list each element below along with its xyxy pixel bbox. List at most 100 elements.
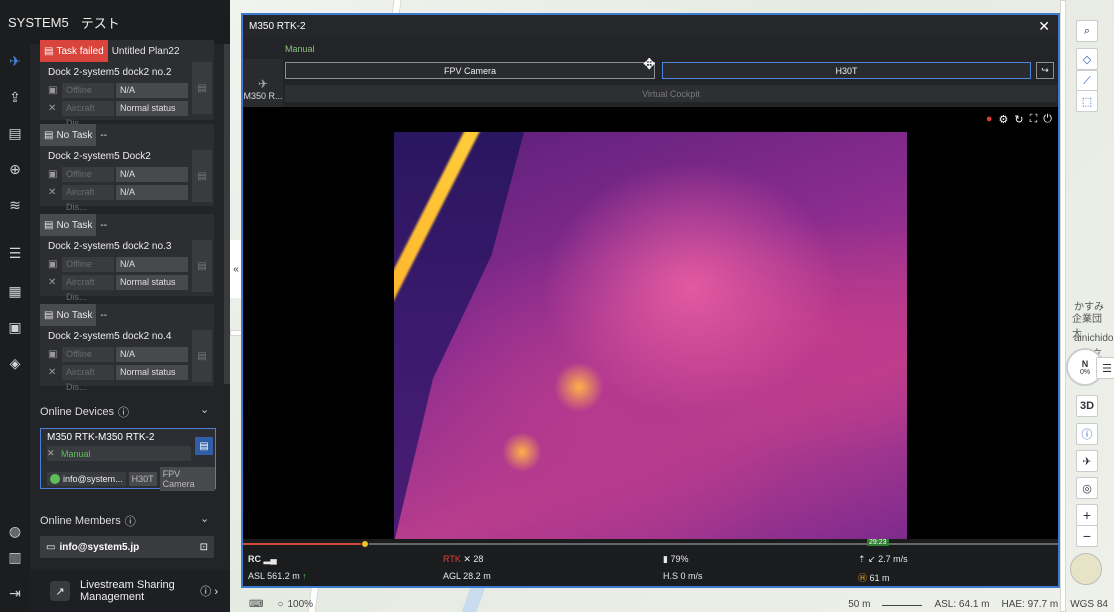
dock-name: Dock 2-system5 Dock2 (48, 151, 151, 162)
cube-icon[interactable]: ◈ (6, 354, 24, 372)
pin-tool-icon[interactable]: ◇ (1076, 48, 1098, 70)
live-view-icon[interactable]: ▤ (195, 437, 213, 455)
settings-icon[interactable]: ⚙ (999, 113, 1009, 126)
dock-state: Offline (62, 257, 114, 272)
upload-icon[interactable]: ⇪ (6, 88, 24, 106)
close-icon[interactable]: ✕ (1038, 18, 1050, 35)
task-plan-name: -- (100, 309, 108, 321)
task-plan-name: -- (100, 219, 108, 231)
list-icon[interactable]: ☰ (6, 244, 24, 262)
power-icon[interactable]: ⏻ (1043, 113, 1052, 126)
search-icon[interactable]: ⌕ (1076, 20, 1098, 42)
device-card[interactable]: M350 RTK-M350 RTK-2 ✕ Manual info@system… (40, 428, 216, 491)
zoom-in-button[interactable]: + (1076, 504, 1098, 526)
task-status-badge: ▤ No Task (40, 214, 97, 236)
crs-readout: WGS 84 (1070, 599, 1108, 610)
calendar-icon[interactable]: ▦ (6, 282, 24, 300)
layers-icon[interactable]: ▤ (6, 124, 24, 142)
timeline-time: 29:23 (867, 539, 889, 546)
focus-icon[interactable]: ⊡ (200, 542, 208, 553)
online-devices-header[interactable]: Online Devices ⓘ (40, 404, 129, 420)
telemetry-bar: RC ▂▄ RTK ✕ 28 ▮ 79% ⇡ ↙ 2.7 m/s ASL 561… (243, 549, 1058, 586)
virtual-cockpit-button[interactable]: Virtual Cockpit (285, 85, 1057, 102)
task-card[interactable]: ▤ No Task -- Dock 2-system5 dock2 no.4 ▣… (40, 304, 214, 392)
info-icon[interactable]: ⓘ (1076, 423, 1098, 445)
vertical-speed: ⇡ ↙ 2.7 m/s (858, 554, 908, 564)
thermal-cold-area (394, 132, 524, 543)
dock-name: Dock 2-system5 dock2 no.3 (48, 241, 172, 252)
member-row[interactable]: ▭ info@system5.jp ⊡ (40, 536, 214, 558)
camera-h30t-button[interactable]: H30T (662, 62, 1031, 79)
rc-signal: RC ▂▄ (248, 554, 277, 564)
section-title: Online Devices (40, 406, 114, 418)
task-plan-name: Untitled Plan22 (111, 45, 180, 57)
record-icon[interactable]: ● (986, 113, 993, 126)
online-members-header[interactable]: Online Members ⓘ (40, 513, 136, 529)
scale-label: 50 m (848, 599, 871, 610)
window-titlebar[interactable]: M350 RTK-2 ✕ (243, 15, 1058, 37)
video-feed[interactable]: ● ⚙ ↻ ⛶ ⏻ (243, 107, 1058, 543)
live-view-icon[interactable]: ▤ (192, 240, 212, 292)
camera-fpv-button[interactable]: FPV Camera (285, 62, 655, 79)
status-bar: ⌨ ○ 100% 50 m ASL: 64.1 m HAE: 97.7 m WG… (241, 597, 1114, 612)
thermal-hotspot (554, 362, 604, 412)
dock-icon: ▣ (48, 259, 58, 270)
share-icon[interactable]: ↪ (1036, 62, 1054, 79)
document-icon[interactable]: ▥ (6, 548, 24, 566)
drone-icon[interactable]: ✈ (6, 52, 24, 70)
window-title: M350 RTK-2 (249, 20, 306, 32)
globe-icon[interactable]: ◍ (6, 522, 24, 540)
dock-icon: ▣ (48, 169, 58, 180)
panel-scrollbar[interactable] (224, 44, 230, 384)
info-icon[interactable]: ⓘ (118, 404, 129, 420)
keyboard-icon[interactable]: ⌨ (249, 599, 263, 610)
locate-icon[interactable]: ◎ (1076, 477, 1098, 499)
line-tool-icon[interactable]: ⟋ (1076, 70, 1098, 92)
asl-value: ASL 561.2 m ↑ (248, 571, 307, 581)
aircraft-icon[interactable]: ✈ (1076, 450, 1098, 472)
dock-state: Offline (62, 167, 114, 182)
dock-name: Dock 2-system5 dock2 no.4 (48, 331, 172, 342)
3d-toggle-button[interactable]: 3D (1076, 395, 1098, 417)
task-row: ▤ Task failed Untitled Plan22 (40, 40, 214, 62)
minimap[interactable] (1070, 553, 1102, 585)
waveform-icon[interactable]: ≋ (6, 196, 24, 214)
area-tool-icon[interactable]: ⬚ (1076, 90, 1098, 112)
live-view-icon[interactable]: ▤ (192, 150, 212, 202)
scale-bar (882, 599, 923, 606)
live-view-icon[interactable]: ▤ (192, 330, 212, 382)
image-icon[interactable]: ▣ (6, 318, 24, 336)
comment-icon[interactable]: ☰ (1096, 357, 1114, 379)
dock-value: N/A (116, 83, 188, 98)
info-icon[interactable]: ⓘ (125, 513, 136, 529)
aircraft-icon: ✕ (48, 277, 57, 288)
zoom-out-button[interactable]: − (1076, 525, 1098, 547)
logout-icon[interactable]: ⇥ (6, 584, 24, 602)
map-label: ainichido (1074, 333, 1114, 344)
task-card[interactable]: ▤ No Task -- Dock 2-system5 Dock2 ▣ Offli… (40, 124, 214, 212)
task-card[interactable]: ▤ Task failed Untitled Plan22 Dock 2-sys… (40, 40, 214, 128)
task-status-badge: ▤ No Task (40, 124, 97, 146)
dock-state: Offline (62, 347, 114, 362)
move-icon[interactable]: ✥ (643, 55, 656, 73)
task-card[interactable]: ▤ No Task -- Dock 2-system5 dock2 no.3 ▣… (40, 214, 214, 302)
livestream-window[interactable]: M350 RTK-2 ✕ Manual ✈ M350 R... FPV Came… (241, 13, 1060, 588)
flight-mode: Manual (61, 448, 91, 459)
refresh-icon[interactable]: ↻ (1014, 113, 1023, 126)
dock-value: N/A (116, 347, 188, 362)
aircraft-icon: ✕ (48, 103, 57, 114)
aircraft-icon: ✕ (48, 367, 57, 378)
zoom-level: 100% (287, 599, 314, 610)
aircraft-value: Normal status (116, 365, 188, 380)
globe-pin-icon[interactable]: ⊕ (6, 160, 24, 178)
aircraft-state: Aircraft Dis... (62, 101, 114, 128)
live-view-icon[interactable]: ▤ (192, 62, 212, 114)
home-marker-icon[interactable] (361, 540, 369, 548)
thermal-image (394, 132, 907, 543)
hae-readout: HAE: 97.7 m (1001, 599, 1059, 610)
project-name: テスト (80, 15, 120, 31)
flight-timeline[interactable]: 29:23 (243, 539, 1058, 549)
info-icon[interactable]: ⓘ › (200, 583, 218, 599)
livestream-sharing-button[interactable]: ↗ Livestream Sharing Management ⓘ › (30, 570, 230, 612)
fullscreen-icon[interactable]: ⛶ (1030, 113, 1038, 126)
